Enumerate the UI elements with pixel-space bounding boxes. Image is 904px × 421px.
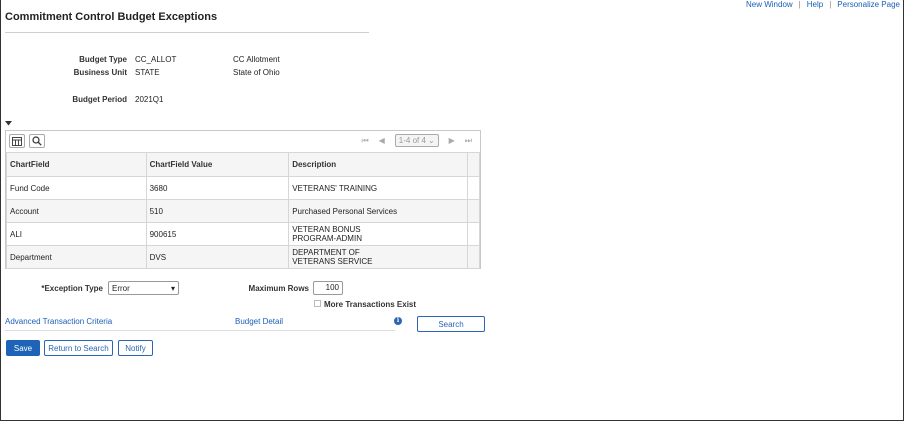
description-cell: VETERANS' TRAINING (288, 176, 468, 200)
table-row: Department DVS DEPARTMENT OF VETERANS SE… (6, 245, 480, 269)
help-link[interactable]: Help (807, 0, 823, 9)
chartfield-value-cell: DVS (145, 245, 290, 269)
grid-search-button[interactable] (29, 134, 45, 148)
business-unit-value: STATE (135, 68, 160, 77)
section-divider (5, 330, 395, 331)
page-title: Commitment Control Budget Exceptions (5, 11, 218, 23)
last-page-icon[interactable]: ⏭ (465, 136, 472, 146)
budget-detail-link[interactable]: Budget Detail (235, 317, 283, 326)
chartfield-cell: ALI (6, 222, 147, 246)
top-links: New Window | Help | Personalize Page (745, 0, 900, 9)
chartfield-value-cell: 3680 (145, 176, 290, 200)
page-range-select[interactable]: 1-4 of 4 ⌄ (394, 134, 439, 147)
budget-type-label: Budget Type (79, 55, 127, 64)
business-unit-description: State of Ohio (233, 68, 280, 77)
exception-type-label: *Exception Type (41, 284, 103, 293)
chartfield-value-cell: 510 (145, 199, 290, 223)
notify-button[interactable]: Notify (118, 340, 153, 356)
save-button[interactable]: Save (6, 340, 40, 356)
description-cell: VETERAN BONUS PROGRAM-ADMIN (288, 222, 468, 246)
chevron-down-icon: ⌄ (427, 136, 435, 145)
maximum-rows-label: Maximum Rows (248, 284, 309, 293)
search-icon (32, 136, 42, 146)
table-row: Fund Code 3680 VETERANS' TRAINING (6, 176, 480, 200)
chartfield-value-cell: 900615 (145, 222, 290, 246)
title-divider (5, 32, 369, 33)
description-cell: DEPARTMENT OF VETERANS SERVICE (288, 245, 468, 269)
column-header-chartfield-value[interactable]: ChartField Value (145, 152, 290, 177)
first-page-icon[interactable]: ⏮ (361, 136, 368, 146)
chartfield-cell: Account (6, 199, 147, 223)
new-window-link[interactable]: New Window (746, 0, 793, 9)
info-icon[interactable]: i (394, 317, 402, 325)
description-cell: Purchased Personal Services (288, 199, 468, 223)
table-row: Account 510 Purchased Personal Services (6, 199, 480, 223)
search-button[interactable]: Search (417, 316, 485, 332)
previous-page-icon[interactable]: ◀ (379, 136, 385, 145)
budget-period-label: Budget Period (72, 95, 127, 104)
return-to-search-button[interactable]: Return to Search (44, 340, 113, 356)
budget-type-description: CC Allotment (233, 55, 280, 64)
chartfield-grid: ⏮ ◀ 1-4 of 4 ⌄ ▶ ⏭ ChartField ChartField… (5, 130, 481, 269)
page-range-text: 1-4 of 4 (398, 136, 426, 145)
business-unit-label: Business Unit (73, 68, 127, 77)
collapse-triangle-icon[interactable] (5, 121, 12, 126)
exception-type-value: Error (112, 283, 130, 293)
table-row: ALI 900615 VETERAN BONUS PROGRAM-ADMIN (6, 222, 480, 246)
chartfield-cell: Department (6, 245, 147, 269)
chartfield-cell: Fund Code (6, 176, 147, 200)
chevron-down-icon: ▾ (170, 283, 175, 293)
budget-type-value: CC_ALLOT (135, 55, 177, 64)
more-transactions-checkbox[interactable] (314, 300, 321, 307)
budget-period-value: 2021Q1 (135, 95, 164, 104)
grid-settings-icon (12, 136, 22, 146)
advanced-transaction-criteria-link[interactable]: Advanced Transaction Criteria (5, 317, 112, 326)
exception-type-select[interactable]: Error ▾ (108, 281, 179, 295)
chartfield-table: ChartField ChartField Value Description … (6, 152, 480, 269)
grid-pager: ⏮ ◀ 1-4 of 4 ⌄ ▶ ⏭ (361, 134, 472, 147)
personalize-page-link[interactable]: Personalize Page (837, 0, 900, 9)
personalize-grid-button[interactable] (9, 134, 25, 148)
next-page-icon[interactable]: ▶ (449, 136, 455, 145)
more-transactions-label: More Transactions Exist (324, 300, 417, 309)
column-header-chartfield[interactable]: ChartField (6, 152, 147, 177)
maximum-rows-input[interactable]: 100 (313, 281, 343, 295)
column-header-description[interactable]: Description (288, 152, 468, 177)
grid-toolbar: ⏮ ◀ 1-4 of 4 ⌄ ▶ ⏭ (6, 131, 480, 152)
